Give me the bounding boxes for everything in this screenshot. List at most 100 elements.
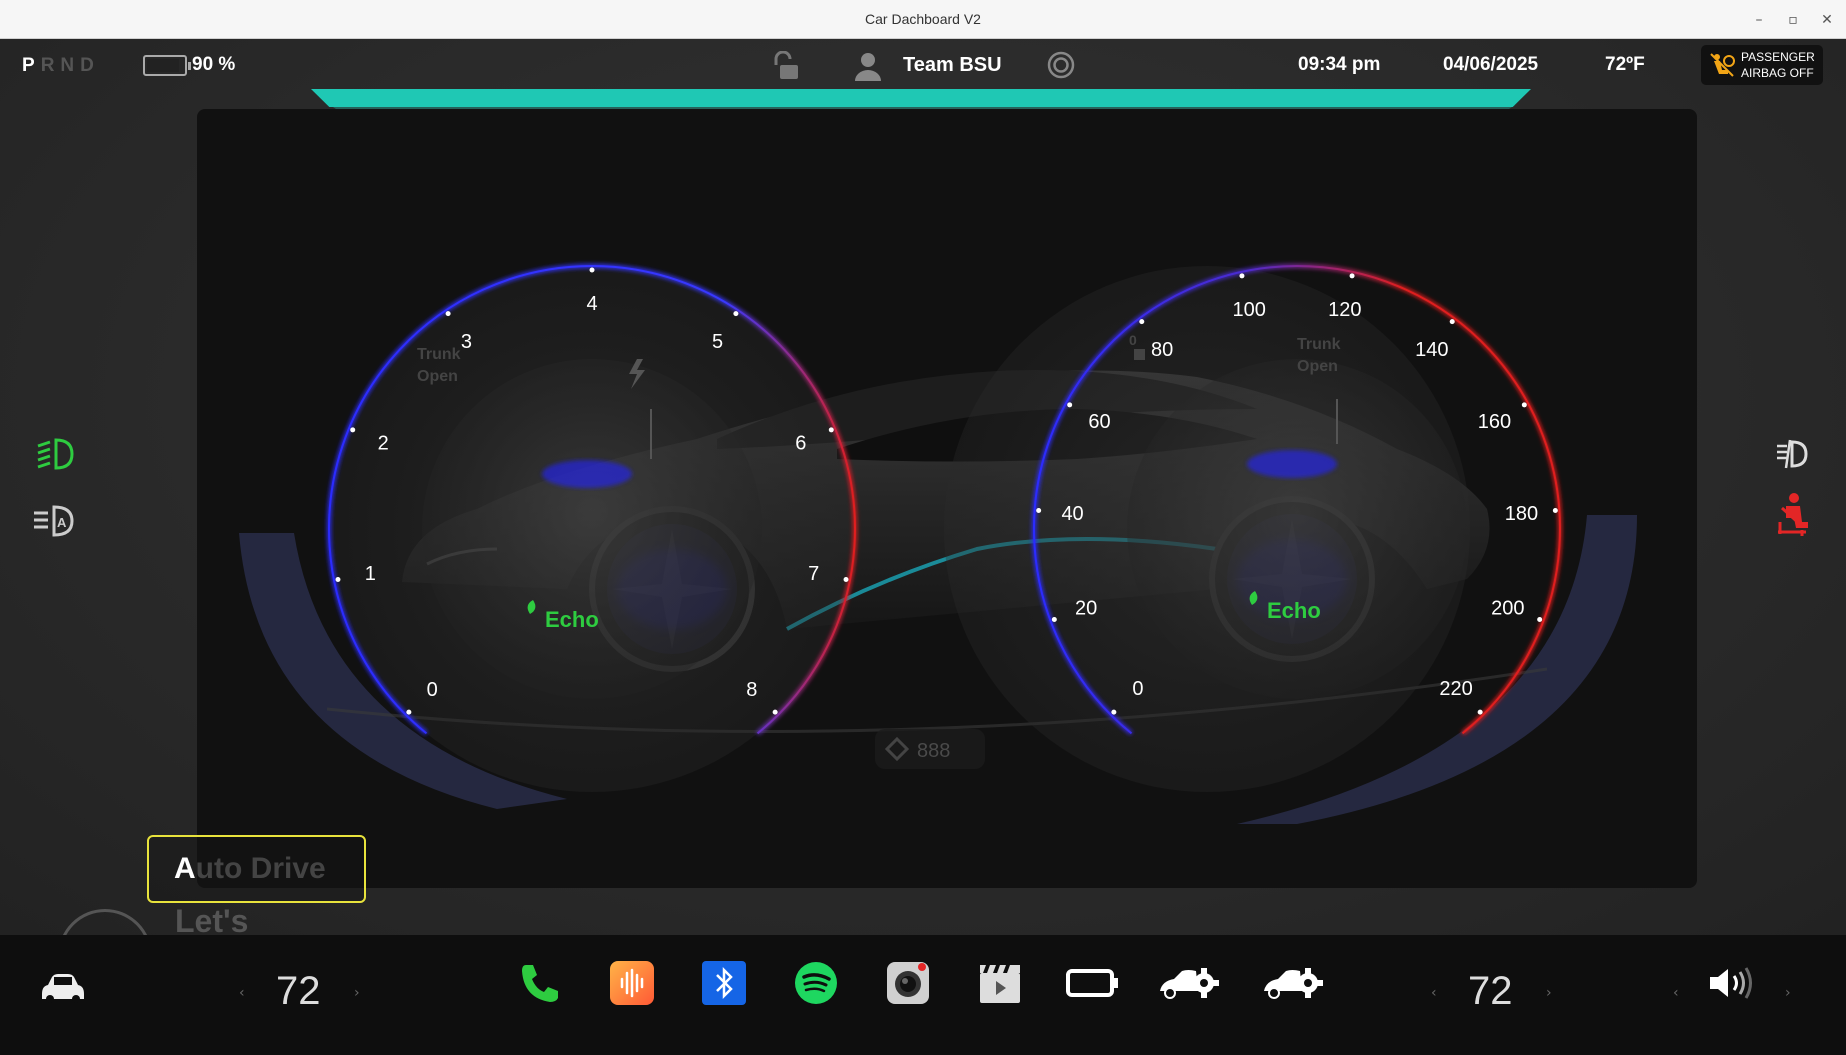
headlight-icon[interactable] (34, 436, 74, 476)
bluetooth-icon[interactable] (702, 961, 746, 1005)
speed-faded-line1: Trunk (1297, 336, 1341, 353)
rpm-tick-dot (335, 577, 341, 583)
rpm-tick-dot (733, 311, 739, 317)
auto-drive-button[interactable]: Auto Drive (147, 835, 366, 903)
speed-tick-dot (1449, 319, 1455, 325)
gear-p[interactable]: P (22, 55, 41, 76)
volume-up-arrow[interactable]: › (1785, 985, 1791, 1001)
date: 04/06/2025 (1443, 54, 1539, 75)
rpm-tick-dot (828, 427, 834, 433)
rpm-tick-dot (772, 709, 778, 715)
speed-tick-label: 200 (1491, 598, 1524, 620)
seatbelt-icon (1772, 492, 1810, 540)
spotify-icon[interactable] (794, 961, 838, 1005)
rpm-tick-dot (350, 427, 356, 433)
car-settings-icon[interactable] (1262, 961, 1326, 1005)
airbag-line2: AIRBAG OFF (1741, 66, 1814, 80)
rpm-gauge: Trunk Open Echo 0 1 2 3 4 5 6 7 8 (327, 264, 857, 792)
battery-icon (143, 55, 191, 76)
left-temp-down-arrow[interactable]: ‹ (239, 985, 245, 1001)
speed-faded-digit: 0 (1129, 332, 1137, 348)
odometer-value: 888 (917, 740, 950, 762)
speed-tick-label: 220 (1439, 678, 1472, 700)
speed-tick-dot (1521, 402, 1527, 408)
gear-r[interactable]: R (41, 55, 61, 76)
rpm-tick-dot (406, 709, 412, 715)
speed-glow (1247, 450, 1337, 478)
rpm-tick-label: 8 (746, 679, 757, 701)
rpm-inner-dial (422, 359, 762, 699)
close-button[interactable]: ✕ (1816, 9, 1838, 31)
right-temp-up-arrow[interactable]: › (1546, 985, 1552, 1001)
speed-tick-dot (1139, 319, 1145, 325)
speed-tick-dot (1349, 273, 1355, 279)
rpm-tick-label: 7 (808, 563, 819, 585)
rpm-tick-label: 3 (461, 331, 472, 353)
speed-echo-mode: Echo (1267, 598, 1321, 623)
volume-icon[interactable] (1706, 961, 1760, 1005)
volume-down-arrow[interactable]: ‹ (1673, 985, 1679, 1001)
video-icon[interactable] (978, 961, 1022, 1005)
car-settings-icon[interactable] (1158, 961, 1222, 1005)
unlock-icon[interactable] (770, 50, 800, 87)
left-temp-value: 72 (276, 969, 321, 1013)
auto-drive-label: uto Drive (195, 852, 326, 885)
fog-light-icon[interactable] (1774, 438, 1808, 474)
speed-tick-label: 0 (1132, 678, 1143, 700)
gear-n[interactable]: N (60, 55, 80, 76)
minimize-button[interactable]: – (1748, 9, 1770, 31)
airbag-indicator: PASSENGER AIRBAG OFF (1701, 45, 1823, 85)
rpm-faded-line2: Open (417, 368, 458, 385)
maximize-button[interactable]: ▫ (1782, 9, 1804, 31)
speed-tick-dot (1537, 617, 1543, 623)
rpm-tick-dot (589, 267, 595, 273)
rpm-tick-label: 2 (378, 433, 389, 455)
outside-temperature: 72ºF (1605, 54, 1645, 75)
speed-tick-dot (1051, 617, 1057, 623)
teal-accent-bar (311, 89, 1531, 107)
user-name: Team BSU (903, 54, 1002, 76)
speed-tick-label: 40 (1061, 503, 1083, 525)
speed-tick-label: 80 (1151, 339, 1173, 361)
gear-selector[interactable]: PRND (22, 55, 100, 77)
right-temp-down-arrow[interactable]: ‹ (1431, 985, 1437, 1001)
airbag-icon (1710, 53, 1735, 77)
camera-icon[interactable] (886, 961, 930, 1005)
bottom-dock: ‹ 72 › ‹ 72 › ‹ › (0, 935, 1846, 1055)
dashboard: PRND 90 % Team BSU 09:34 pm 04/06/2025 7… (0, 39, 1846, 1003)
speed-tick-dot (1239, 273, 1245, 279)
target-icon[interactable] (1046, 50, 1076, 84)
car-icon[interactable] (38, 972, 84, 1016)
speed-tick-label: 180 (1505, 503, 1538, 525)
speed-gauge: 0 Trunk Open Echo 0 20 40 60 80 100 120 140 160 1… (944, 263, 1562, 792)
audio-icon[interactable] (610, 961, 654, 1005)
rpm-tick-label: 1 (365, 563, 376, 585)
user-icon[interactable] (853, 51, 883, 87)
speed-faded-line2: Open (1297, 358, 1338, 375)
window-title: Car Dachboard V2 (865, 11, 981, 27)
phone-icon[interactable] (518, 961, 562, 1005)
instrument-screen: Trunk Open Echo 012345678 0 Trunk Open E… (197, 109, 1697, 888)
gear-d[interactable]: D (80, 55, 100, 76)
rpm-tick-label: 5 (712, 331, 723, 353)
speed-tick-dot (1111, 709, 1117, 715)
speed-tick-label: 140 (1415, 339, 1448, 361)
gauge-canvas: Trunk Open Echo 012345678 0 Trunk Open E… (239, 263, 1637, 824)
speed-tick-dot (1036, 508, 1042, 514)
speed-tick-dot (1067, 402, 1073, 408)
rpm-tick-label: 6 (795, 433, 806, 455)
odometer: 888 (875, 729, 985, 769)
battery-fill (147, 59, 180, 72)
auto-drive-first-letter: A (174, 852, 196, 885)
speed-tick-label: 60 (1088, 411, 1110, 433)
battery-icon[interactable] (1066, 961, 1120, 1005)
left-temp-up-arrow[interactable]: › (354, 985, 360, 1001)
app-window: Car Dachboard V2 – ▫ ✕ PRND 90 % Team BS… (0, 0, 1846, 1055)
rpm-tick-label: 0 (427, 679, 438, 701)
rpm-tick-label: 4 (586, 293, 597, 315)
speed-tick-label: 120 (1328, 299, 1361, 321)
airbag-line1: PASSENGER (1741, 50, 1815, 64)
speed-tick-label: 100 (1232, 299, 1265, 321)
auto-headlight-icon[interactable]: A (32, 503, 76, 543)
rpm-echo-mode: Echo (545, 607, 599, 632)
